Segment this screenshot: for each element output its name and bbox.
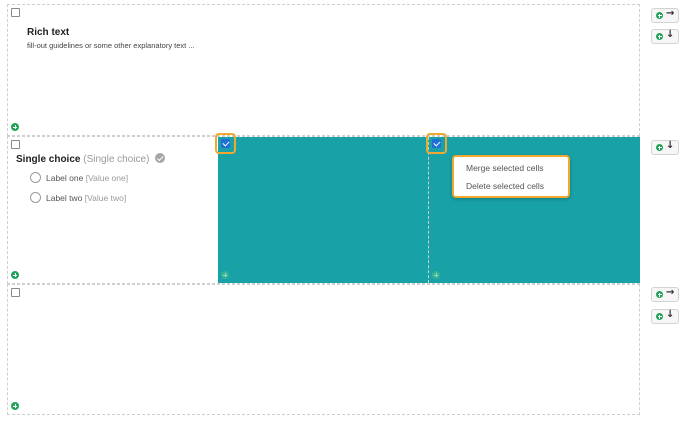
row-checkbox[interactable] (11, 140, 20, 149)
add-element-icon[interactable] (432, 271, 440, 279)
add-column-right-button[interactable]: → (651, 287, 679, 302)
radio-label: Label two (46, 192, 83, 203)
single-choice-title: Single choice (Single choice) (16, 153, 166, 165)
plus-icon (656, 144, 663, 151)
add-element-icon[interactable] (11, 123, 19, 131)
single-choice-type: (Single choice) (83, 154, 150, 165)
radio-button[interactable] (30, 172, 41, 183)
radio-option-two[interactable]: Label two [Value two] (30, 192, 126, 203)
selected-cell-left[interactable] (218, 137, 428, 283)
arrow-right-icon: → (666, 8, 675, 19)
form-grid: Rich text fill-out guidelines or some ot… (7, 4, 640, 415)
radio-value: [Value one] (85, 172, 129, 183)
row-checkbox[interactable] (11, 288, 20, 297)
plus-icon (656, 291, 663, 298)
cell-context-menu: Merge selected cells Delete selected cel… (452, 155, 570, 198)
grid-row-rich-text[interactable]: Rich text fill-out guidelines or some ot… (7, 4, 640, 136)
add-element-icon[interactable] (11, 402, 19, 410)
add-element-icon[interactable] (11, 271, 19, 279)
radio-option-one[interactable]: Label one [Value one] (30, 172, 128, 183)
plus-icon (656, 33, 663, 40)
rich-text-title: Rich text (27, 27, 70, 38)
arrow-down-icon: ↓ (666, 29, 675, 40)
add-row-below-button[interactable]: ↓ (651, 29, 679, 44)
row-checkbox[interactable] (11, 8, 20, 17)
delete-cells-menu-item[interactable]: Delete selected cells (466, 181, 544, 191)
arrow-down-icon: ↓ (666, 140, 675, 151)
plus-icon (656, 313, 663, 320)
arrow-down-icon: ↓ (666, 309, 675, 320)
cell-checkbox-left[interactable] (221, 139, 230, 148)
add-element-icon[interactable] (221, 271, 229, 279)
add-row-below-button[interactable]: ↓ (651, 140, 679, 155)
radio-label: Label one (46, 172, 84, 183)
grid-row-empty[interactable] (7, 284, 640, 415)
add-row-below-button[interactable]: ↓ (651, 309, 679, 324)
merge-cells-menu-item[interactable]: Merge selected cells (466, 163, 543, 173)
cell-checkbox-right[interactable] (432, 139, 441, 148)
add-column-right-button[interactable]: → (651, 8, 679, 23)
verified-check-icon (155, 153, 166, 163)
single-choice-label: Single choice (16, 154, 81, 165)
radio-value: [Value two] (84, 192, 127, 203)
plus-icon (656, 12, 663, 19)
arrow-right-icon: → (666, 287, 675, 298)
radio-button[interactable] (30, 192, 41, 203)
rich-text-subtitle: fill-out guidelines or some other explan… (27, 41, 195, 50)
